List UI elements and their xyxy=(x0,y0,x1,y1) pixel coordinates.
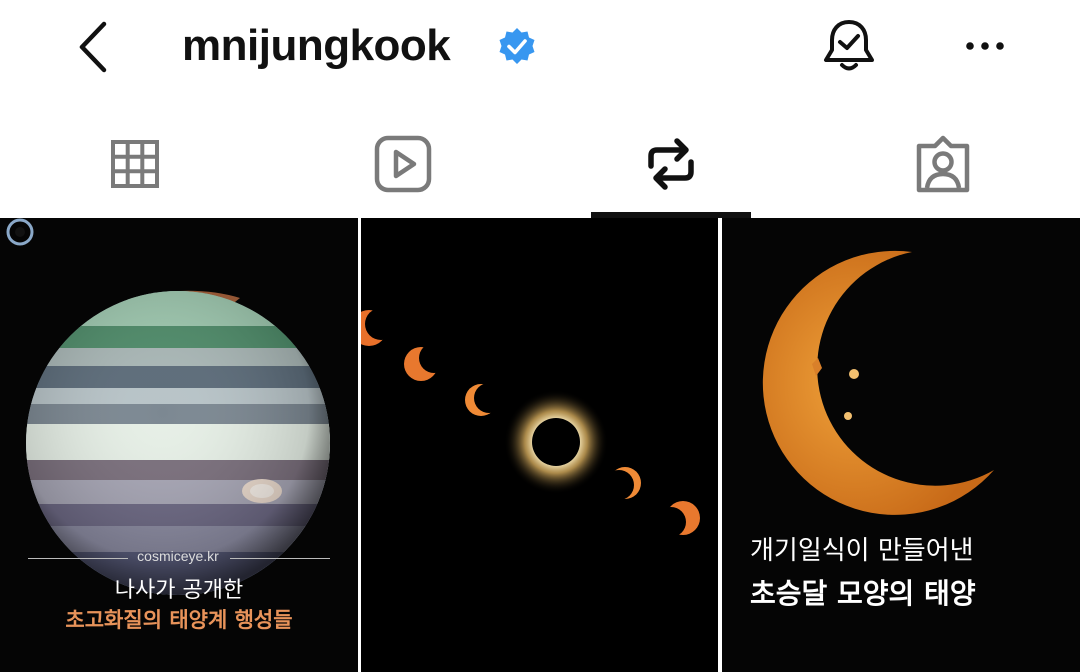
notification-bell-icon[interactable] xyxy=(820,16,878,76)
tab-tagged[interactable] xyxy=(853,110,1033,218)
tab-reposts[interactable] xyxy=(581,110,761,218)
back-arrow-icon[interactable] xyxy=(70,18,120,76)
post-thumbnail-eclipse[interactable] xyxy=(361,218,718,672)
grid-icon xyxy=(111,140,159,188)
eclipse-sequence-image xyxy=(361,218,718,672)
post-caption-line1: 개기일식이 만들어낸 xyxy=(750,536,974,566)
tagged-person-icon xyxy=(916,135,970,193)
tab-posts[interactable] xyxy=(45,110,225,218)
profile-header: mnijungkook xyxy=(0,0,1080,100)
reels-play-icon xyxy=(374,135,432,193)
repost-icon xyxy=(648,138,694,190)
verified-badge-icon xyxy=(499,28,535,64)
post-thumbnail-crescent-sun[interactable]: 개기일식이 만들어낸 초승달 모양의 태양 xyxy=(722,218,1080,672)
post-grid: cosmiceye.kr 나사가 공개한 초고화질의 태양계 행성들 개기일식이… xyxy=(0,218,1080,672)
post-thumbnail-jupiter[interactable]: cosmiceye.kr 나사가 공개한 초고화질의 태양계 행성들 xyxy=(0,218,358,672)
profile-tabs xyxy=(0,110,1080,218)
post-caption-line2: 초승달 모양의 태양 xyxy=(750,577,976,610)
profile-username: mnijungkook xyxy=(182,21,451,70)
post-caption-line1: 나사가 공개한 xyxy=(114,578,244,603)
tab-reels[interactable] xyxy=(313,110,493,218)
more-options-icon[interactable] xyxy=(960,26,1010,66)
post-caption-line2: 초고화질의 태양계 행성들 xyxy=(65,608,293,632)
post-credit: cosmiceye.kr xyxy=(137,548,219,564)
